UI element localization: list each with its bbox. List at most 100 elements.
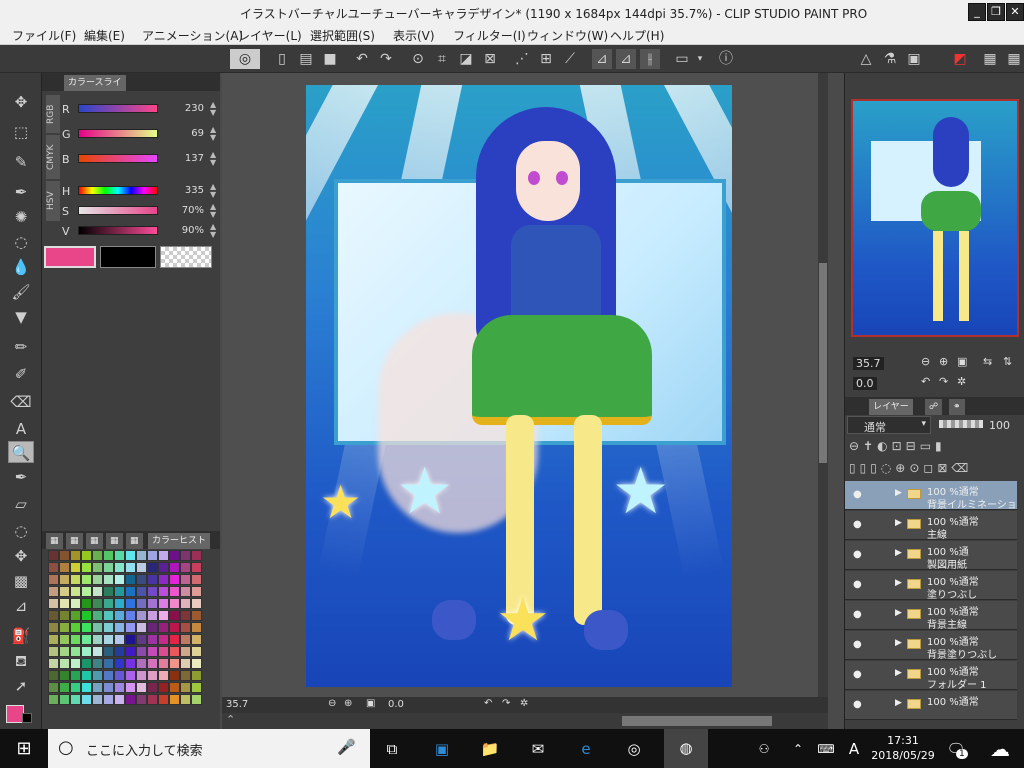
- r-slider[interactable]: [78, 104, 158, 113]
- s-value[interactable]: 70%: [162, 205, 204, 216]
- palette-swatch[interactable]: [180, 562, 191, 573]
- palette-swatch[interactable]: [125, 586, 136, 597]
- palette-swatch[interactable]: [169, 670, 180, 681]
- palette-swatch[interactable]: [191, 646, 202, 657]
- palette-swatch[interactable]: [136, 574, 147, 585]
- layer-row[interactable]: ● ▶ 100 %通常 背景主線: [845, 601, 1017, 631]
- operation-tool-icon[interactable]: ⬚: [8, 121, 34, 143]
- search-box[interactable]: ○ ここに入力して検索 🎤: [48, 729, 370, 768]
- palette-swatch[interactable]: [70, 646, 81, 657]
- palette-swatch[interactable]: [191, 682, 202, 693]
- layer-property-icon[interactable]: ◩: [950, 49, 970, 69]
- palette-swatch[interactable]: [125, 598, 136, 609]
- current-sub-color[interactable]: [100, 246, 156, 268]
- palette-swatch[interactable]: [147, 550, 158, 561]
- palette-swatch[interactable]: [48, 658, 59, 669]
- b-spinner-icon[interactable]: ▲ ▼: [210, 151, 216, 167]
- layer-row[interactable]: ● ▶ 100 %通常 背景塗りつぶし: [845, 631, 1017, 661]
- info-icon[interactable]: ⓘ: [716, 49, 736, 69]
- palette-swatch[interactable]: [169, 550, 180, 561]
- menu-edit[interactable]: 編集(E): [84, 27, 125, 44]
- palette-swatch[interactable]: [114, 586, 125, 597]
- eraser-b-tool-icon[interactable]: ▱: [8, 493, 34, 515]
- nav-rotate-right-icon[interactable]: ↷: [939, 375, 948, 388]
- palette-swatch[interactable]: [81, 598, 92, 609]
- nav-reset-rotation-icon[interactable]: ✲: [957, 375, 966, 388]
- palette-swatch[interactable]: [48, 694, 59, 705]
- mail-icon[interactable]: ✉: [526, 737, 550, 761]
- fill-icon[interactable]: ◪: [456, 49, 476, 69]
- clip-studio-icon[interactable]: ◎: [230, 49, 260, 69]
- g-spinner-icon[interactable]: ▲ ▼: [210, 126, 216, 142]
- clock[interactable]: 17:31 2018/05/29: [868, 733, 938, 763]
- palette-swatch[interactable]: [169, 598, 180, 609]
- pen-tool-icon[interactable]: ✒: [8, 181, 34, 203]
- palette-swatch[interactable]: [169, 634, 180, 645]
- color-set-tab-icon[interactable]: ▦: [66, 533, 83, 549]
- palette-swatch[interactable]: [147, 586, 158, 597]
- nav-zoom-in-icon[interactable]: ⊕: [939, 355, 948, 368]
- palette-swatch[interactable]: [125, 634, 136, 645]
- panel-collapse-icon[interactable]: ⌃: [226, 713, 235, 726]
- palette-swatch[interactable]: [125, 646, 136, 657]
- palette-swatch[interactable]: [81, 574, 92, 585]
- palette-swatch[interactable]: [158, 574, 169, 585]
- menu-filter[interactable]: フィルター(I): [453, 27, 526, 44]
- ime-indicator[interactable]: A: [842, 737, 866, 761]
- menu-layer[interactable]: レイヤー(L): [238, 27, 302, 44]
- windows-explorer-app-icon[interactable]: ▣: [430, 737, 454, 761]
- save-icon[interactable]: ■: [320, 49, 340, 69]
- folder-expand-icon[interactable]: ▶: [895, 488, 902, 498]
- v-spinner-icon[interactable]: ▲ ▼: [210, 223, 216, 239]
- color-history-tab[interactable]: カラーヒスト: [148, 533, 211, 549]
- undo-icon[interactable]: ↶: [352, 49, 372, 69]
- palette-swatch[interactable]: [103, 550, 114, 561]
- palette-swatch[interactable]: [191, 658, 202, 669]
- palette-swatch[interactable]: [103, 586, 114, 597]
- palette-swatch[interactable]: [136, 550, 147, 561]
- palette-swatch[interactable]: [92, 574, 103, 585]
- palette-swatch[interactable]: [169, 586, 180, 597]
- palette-swatch[interactable]: [125, 670, 136, 681]
- zoom-out-icon[interactable]: ⊖: [328, 698, 336, 709]
- clip-studio-taskbar-icon[interactable]: ◎: [622, 737, 646, 761]
- palette-swatch[interactable]: [136, 610, 147, 621]
- palette-swatch[interactable]: [158, 586, 169, 597]
- palette-swatch[interactable]: [191, 610, 202, 621]
- palette-swatch[interactable]: [169, 562, 180, 573]
- palette-swatch[interactable]: [92, 586, 103, 597]
- edge-browser-icon[interactable]: e: [574, 737, 598, 761]
- palette-swatch[interactable]: [92, 610, 103, 621]
- palette-swatch[interactable]: [125, 622, 136, 633]
- people-icon[interactable]: ⚇: [752, 737, 776, 761]
- palette-swatch[interactable]: [114, 658, 125, 669]
- palette-swatch[interactable]: [92, 622, 103, 633]
- display-settings-icon[interactable]: ▭: [672, 49, 692, 69]
- palette-swatch[interactable]: [70, 586, 81, 597]
- b-slider[interactable]: [78, 154, 158, 163]
- palette-swatch[interactable]: [92, 562, 103, 573]
- palette-swatch[interactable]: [180, 574, 191, 585]
- brush-tool-icon[interactable]: 🖌: [8, 281, 34, 303]
- text-tool-icon[interactable]: A: [8, 418, 34, 440]
- palette-swatch[interactable]: [169, 658, 180, 669]
- palette-swatch[interactable]: [191, 694, 202, 705]
- palette-swatch[interactable]: [103, 622, 114, 633]
- snap-off-icon[interactable]: ⋰: [512, 49, 532, 69]
- palette-swatch[interactable]: [48, 622, 59, 633]
- v-value[interactable]: 90%: [162, 225, 204, 236]
- eyedropper-tool-icon[interactable]: ✎: [8, 151, 34, 173]
- palette-swatch[interactable]: [103, 598, 114, 609]
- symmetry-snap-icon[interactable]: ⫲: [640, 49, 660, 69]
- s-slider[interactable]: [78, 206, 158, 215]
- palette-swatch[interactable]: [136, 598, 147, 609]
- layer-action-icons[interactable]: ▯▯▯◌⊕⊙◻⊠⌫: [849, 461, 972, 475]
- palette-swatch[interactable]: [48, 562, 59, 573]
- canvas-horizontal-scrollbar[interactable]: ⌃: [222, 713, 828, 729]
- ruler-snap-icon[interactable]: ⊿: [592, 49, 612, 69]
- palette-swatch[interactable]: [81, 658, 92, 669]
- folder-expand-icon[interactable]: ▶: [895, 668, 902, 678]
- palette-swatch[interactable]: [158, 694, 169, 705]
- minimize-button[interactable]: _: [968, 3, 986, 21]
- animation-cels-tab-icon[interactable]: ⚭: [949, 399, 965, 415]
